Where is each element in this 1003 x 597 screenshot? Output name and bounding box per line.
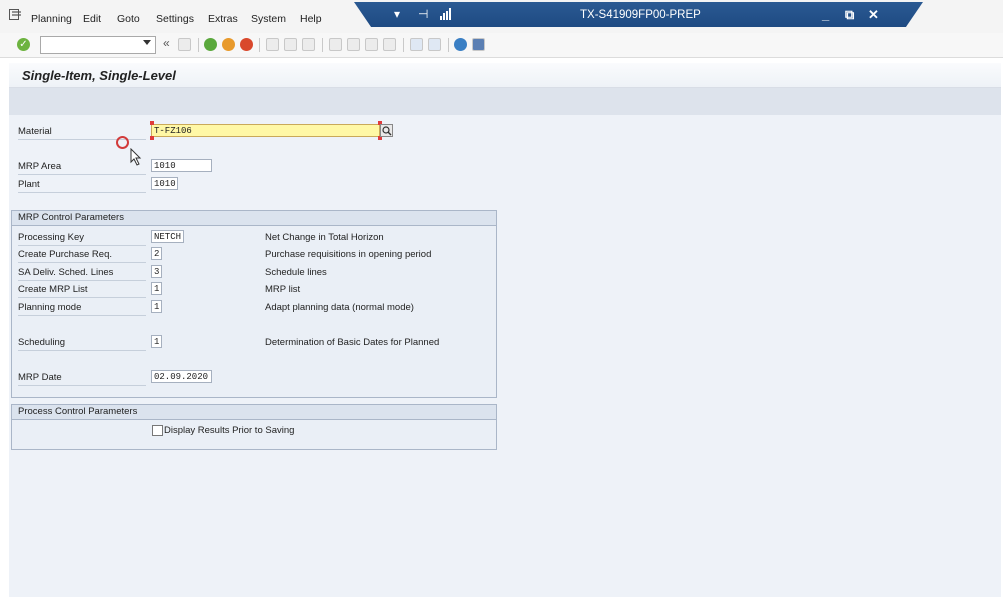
title-bar: ▾ ⊣ TX-S41909FP00-PREP _ ⧉ ✕ [354,2,923,27]
application-toolbar [9,88,1001,115]
required-marker [150,121,154,125]
menu-goto[interactable]: Goto [117,13,140,25]
create-mrp-list-label: Create MRP List [18,284,146,298]
close-icon[interactable]: ✕ [868,7,879,23]
planning-mode-input[interactable]: 1 [151,300,162,313]
last-page-icon[interactable] [383,38,396,51]
window-title: TX-S41909FP00-PREP [580,9,701,21]
print-icon[interactable] [266,38,279,51]
mrp-date-label: MRP Date [18,372,146,386]
command-field[interactable] [40,36,156,54]
process-control-title: Process Control Parameters [12,405,496,420]
back-icon[interactable] [204,38,217,51]
standard-toolbar: ✓ « [0,33,1003,58]
page-title-bar: Single-Item, Single-Level [9,63,1001,88]
pin-icon[interactable]: ⊣ [418,7,428,21]
sa-deliv-sched-label: SA Deliv. Sched. Lines [18,267,146,281]
required-marker [150,136,154,140]
help-icon[interactable] [454,38,467,51]
mrp-control-title: MRP Control Parameters [12,211,496,226]
menu-planning[interactable]: Planning [31,13,72,25]
menu-edit[interactable]: Edit [83,13,101,25]
first-page-icon[interactable] [329,38,342,51]
signal-icon [440,8,451,20]
processing-key-input[interactable]: NETCH [151,230,184,243]
exit-icon[interactable] [222,38,235,51]
create-purchase-req-label: Create Purchase Req. [18,249,146,263]
create-mrp-list-input[interactable]: 1 [151,282,162,295]
save-icon[interactable] [178,38,191,51]
planning-mode-desc: Adapt planning data (normal mode) [265,302,414,313]
previous-page-icon[interactable] [347,38,360,51]
processing-key-desc: Net Change in Total Horizon [265,232,384,243]
scheduling-label: Scheduling [18,337,146,351]
scheduling-input[interactable]: 1 [151,335,162,348]
mrp-area-input[interactable]: 1010 [151,159,212,172]
planning-mode-label: Planning mode [18,302,146,316]
layout-menu-icon[interactable] [472,38,485,51]
menu-system[interactable]: System [251,13,286,25]
menu-bar: Planning Edit Goto Settings Extras Syste… [0,0,1003,33]
plant-input[interactable]: 1010 [151,177,178,190]
click-indicator [116,136,129,149]
menu-settings[interactable]: Settings [156,13,194,25]
page-title: Single-Item, Single-Level [22,68,176,83]
processing-key-label: Processing Key [18,232,146,246]
minimize-icon[interactable]: _ [822,7,829,22]
display-results-label[interactable]: Display Results Prior to Saving [164,425,294,436]
collapse-icon[interactable]: « [163,36,170,50]
sa-deliv-sched-input[interactable]: 3 [151,265,162,278]
find-next-icon[interactable] [302,38,315,51]
find-icon[interactable] [284,38,297,51]
customize-icon[interactable]: ▾ [394,7,400,21]
material-search-button[interactable] [380,124,393,137]
material-input[interactable]: T-FZ106 [151,124,380,137]
search-icon [382,126,392,136]
restore-icon[interactable]: ⧉ [845,7,854,23]
create-mrp-list-desc: MRP list [265,284,301,295]
sa-deliv-sched-desc: Schedule lines [265,267,327,278]
scheduling-desc: Determination of Basic Dates for Planned [265,337,440,348]
plant-label: Plant [18,179,146,193]
new-session-icon[interactable] [410,38,423,51]
cancel-icon[interactable] [240,38,253,51]
display-results-checkbox[interactable] [152,425,163,436]
mrp-area-label: MRP Area [18,161,146,175]
create-purchase-req-desc: Purchase requisitions in opening period [265,249,432,260]
mrp-date-input[interactable]: 02.09.2020 [151,370,212,383]
menu-toggle-icon[interactable] [9,9,22,21]
chevron-down-icon[interactable] [143,40,151,45]
next-page-icon[interactable] [365,38,378,51]
enter-icon[interactable]: ✓ [17,38,30,51]
create-purchase-req-input[interactable]: 2 [151,247,162,260]
menu-extras[interactable]: Extras [208,13,238,25]
menu-help[interactable]: Help [300,13,322,25]
shortcut-icon[interactable] [428,38,441,51]
